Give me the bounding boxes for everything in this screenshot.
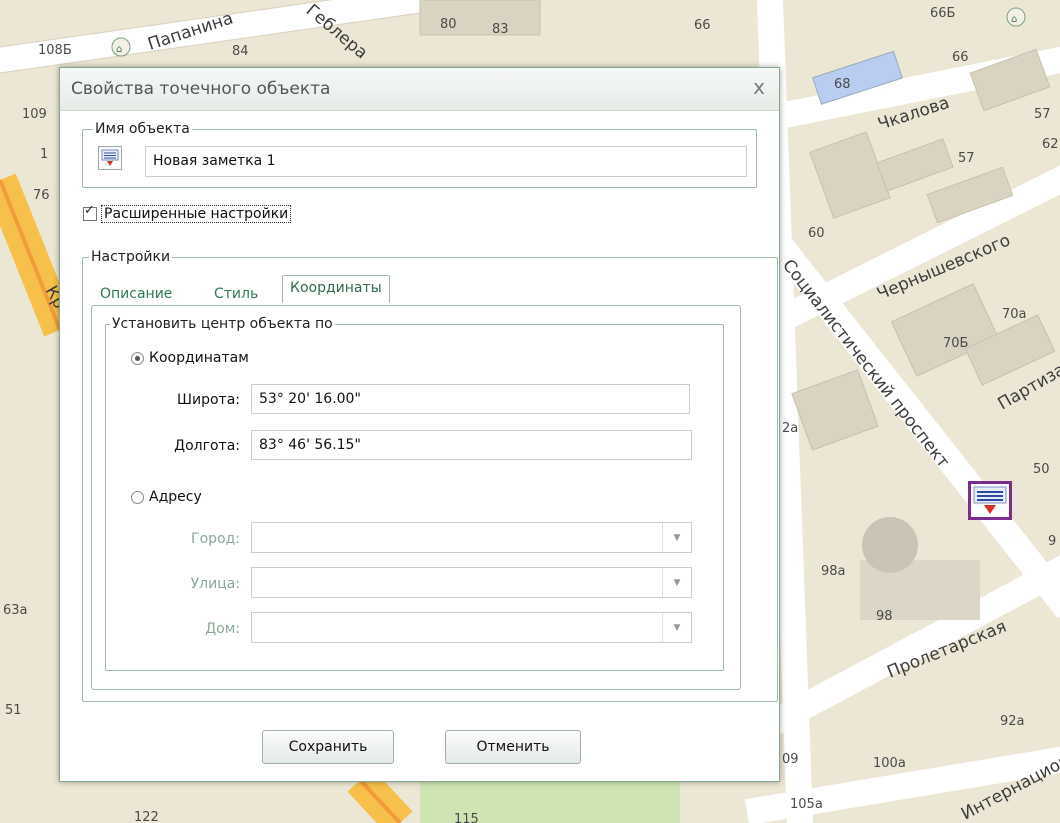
svg-text:66: 66 bbox=[694, 18, 711, 33]
point-object-properties-dialog: Свойства точечного объекта x Имя объекта… bbox=[59, 67, 780, 782]
settings-legend: Настройки bbox=[89, 248, 173, 266]
note-marker-icon[interactable] bbox=[968, 481, 1012, 520]
advanced-settings-toggle[interactable]: ✓ Расширенные настройки bbox=[83, 203, 292, 223]
svg-text:⌂: ⌂ bbox=[116, 44, 122, 55]
svg-text:70Б: 70Б bbox=[943, 336, 968, 351]
longitude-input[interactable]: 83° 46' 56.15" bbox=[251, 430, 692, 460]
latitude-input[interactable]: 53° 20' 16.00" bbox=[251, 384, 690, 414]
by-coordinates-radio[interactable] bbox=[131, 351, 144, 365]
svg-text:2а: 2а bbox=[782, 421, 798, 436]
by-coordinates-option[interactable]: Координатам bbox=[131, 350, 249, 366]
svg-text:1: 1 bbox=[40, 147, 48, 162]
chevron-down-icon[interactable]: ▼ bbox=[662, 613, 691, 642]
svg-text:09: 09 bbox=[782, 752, 799, 767]
close-icon[interactable]: x bbox=[753, 76, 765, 98]
object-name-group: Имя объекта Новая заметка 1 bbox=[82, 120, 757, 188]
set-center-group: Установить центр объекта по Координатам … bbox=[105, 315, 724, 671]
svg-text:⌂: ⌂ bbox=[1011, 14, 1017, 25]
svg-text:63а: 63а bbox=[3, 603, 28, 618]
dialog-title: Свойства точечного объекта bbox=[71, 79, 331, 99]
house-select[interactable]: ▼ bbox=[251, 612, 692, 643]
tab-description[interactable]: Описание bbox=[100, 286, 172, 302]
svg-text:50: 50 bbox=[1033, 462, 1050, 477]
tab-coordinates[interactable]: Координаты bbox=[282, 275, 390, 303]
tab-style[interactable]: Стиль bbox=[214, 286, 258, 302]
svg-text:62: 62 bbox=[1042, 137, 1059, 152]
svg-text:66Б: 66Б bbox=[930, 6, 955, 21]
cancel-button[interactable]: Отменить bbox=[445, 730, 581, 764]
coordinates-tab-panel: Установить центр объекта по Координатам … bbox=[91, 305, 741, 690]
svg-text:57: 57 bbox=[1034, 107, 1051, 122]
longitude-label: Долгота: bbox=[174, 438, 240, 454]
svg-text:108Б: 108Б bbox=[38, 43, 72, 58]
by-address-option[interactable]: Адресу bbox=[131, 489, 202, 505]
street-select[interactable]: ▼ bbox=[251, 567, 692, 598]
checkmark-icon: ✓ bbox=[84, 203, 95, 218]
svg-text:84: 84 bbox=[232, 44, 249, 59]
city-label: Город: bbox=[191, 531, 240, 547]
note-icon[interactable] bbox=[98, 146, 122, 170]
save-button[interactable]: Сохранить bbox=[262, 730, 394, 764]
by-address-radio[interactable] bbox=[131, 490, 144, 504]
svg-text:98: 98 bbox=[876, 609, 893, 624]
svg-text:92а: 92а bbox=[1000, 714, 1025, 729]
svg-text:70а: 70а bbox=[1002, 307, 1027, 322]
svg-text:60: 60 bbox=[808, 226, 825, 241]
svg-text:51: 51 bbox=[5, 703, 22, 718]
svg-text:80: 80 bbox=[440, 17, 457, 32]
svg-text:76: 76 bbox=[33, 188, 50, 203]
street-label: Улица: bbox=[190, 576, 240, 592]
svg-text:57: 57 bbox=[958, 151, 975, 166]
svg-text:100а: 100а bbox=[873, 756, 906, 771]
set-center-legend: Установить центр объекта по bbox=[110, 315, 335, 333]
by-address-label: Адресу bbox=[149, 489, 202, 505]
svg-text:83: 83 bbox=[492, 22, 509, 37]
dialog-titlebar[interactable]: Свойства точечного объекта x bbox=[60, 68, 779, 111]
advanced-settings-label[interactable]: Расширенные настройки bbox=[101, 205, 292, 223]
svg-text:115: 115 bbox=[454, 812, 479, 823]
svg-text:109: 109 bbox=[22, 107, 47, 122]
by-coordinates-label: Координатам bbox=[149, 350, 249, 366]
svg-text:98а: 98а bbox=[821, 564, 846, 579]
svg-text:66: 66 bbox=[952, 50, 969, 65]
house-label: Дом: bbox=[205, 621, 240, 637]
svg-text:68: 68 bbox=[834, 77, 851, 92]
svg-text:122: 122 bbox=[134, 810, 159, 823]
svg-text:105а: 105а bbox=[790, 797, 823, 812]
object-name-input[interactable]: Новая заметка 1 bbox=[145, 146, 747, 177]
advanced-settings-checkbox[interactable]: ✓ bbox=[83, 203, 97, 221]
latitude-label: Широта: bbox=[177, 392, 240, 408]
object-name-legend: Имя объекта bbox=[93, 120, 192, 138]
svg-text:9: 9 bbox=[1048, 534, 1056, 549]
chevron-down-icon[interactable]: ▼ bbox=[662, 568, 691, 597]
city-select[interactable]: ▼ bbox=[251, 522, 692, 553]
chevron-down-icon[interactable]: ▼ bbox=[662, 523, 691, 552]
